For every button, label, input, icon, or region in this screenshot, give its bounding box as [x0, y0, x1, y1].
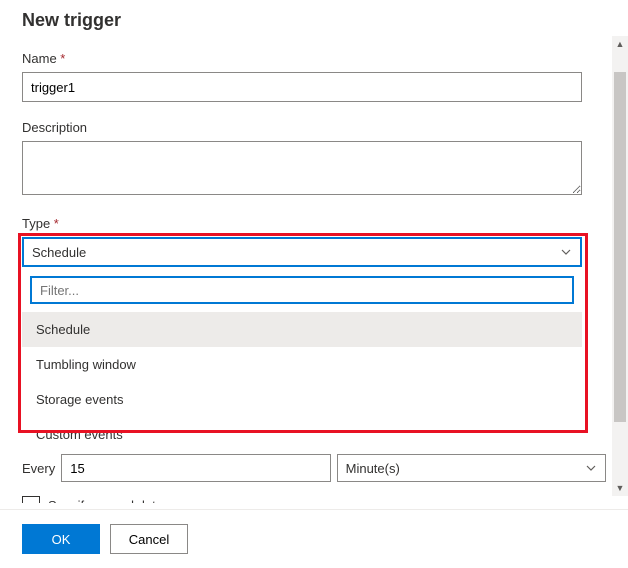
recurrence-unit-value: Minute(s) — [346, 461, 400, 476]
new-trigger-panel: New trigger Name Description Type Schedu… — [0, 0, 628, 503]
type-option-tumbling[interactable]: Tumbling window — [22, 347, 582, 382]
scroll-down-icon[interactable]: ▼ — [612, 480, 628, 496]
ok-button[interactable]: OK — [22, 524, 100, 554]
scrollbar-thumb[interactable] — [614, 72, 626, 422]
recurrence-row: Every Minute(s) — [22, 454, 606, 482]
end-date-row: Specify an end date — [22, 496, 606, 503]
end-date-checkbox[interactable] — [22, 496, 40, 503]
scroll-up-icon[interactable]: ▲ — [612, 36, 628, 52]
recurrence-label: Every — [22, 461, 55, 476]
type-dropdown-panel: Schedule Tumbling window Storage events … — [22, 268, 582, 452]
footer: OK Cancel — [0, 509, 628, 568]
page-title: New trigger — [22, 10, 606, 31]
type-label: Type — [22, 216, 606, 231]
name-input[interactable] — [22, 72, 582, 102]
type-dropdown[interactable]: Schedule — [22, 237, 582, 267]
cancel-button[interactable]: Cancel — [110, 524, 188, 554]
type-option-custom[interactable]: Custom events — [22, 417, 582, 452]
end-date-label: Specify an end date — [48, 498, 163, 504]
scrollbar[interactable]: ▲ ▼ — [612, 36, 628, 496]
recurrence-value-input[interactable] — [61, 454, 330, 482]
chevron-down-icon — [560, 246, 572, 258]
description-label: Description — [22, 120, 606, 135]
chevron-down-icon — [585, 462, 597, 474]
type-dropdown-value: Schedule — [32, 245, 86, 260]
type-option-storage[interactable]: Storage events — [22, 382, 582, 417]
recurrence-unit-dropdown[interactable]: Minute(s) — [337, 454, 606, 482]
type-filter-input[interactable] — [30, 276, 574, 304]
type-options-list: Schedule Tumbling window Storage events … — [22, 312, 582, 452]
type-option-schedule[interactable]: Schedule — [22, 312, 582, 347]
description-input[interactable] — [22, 141, 582, 195]
name-label: Name — [22, 51, 606, 66]
